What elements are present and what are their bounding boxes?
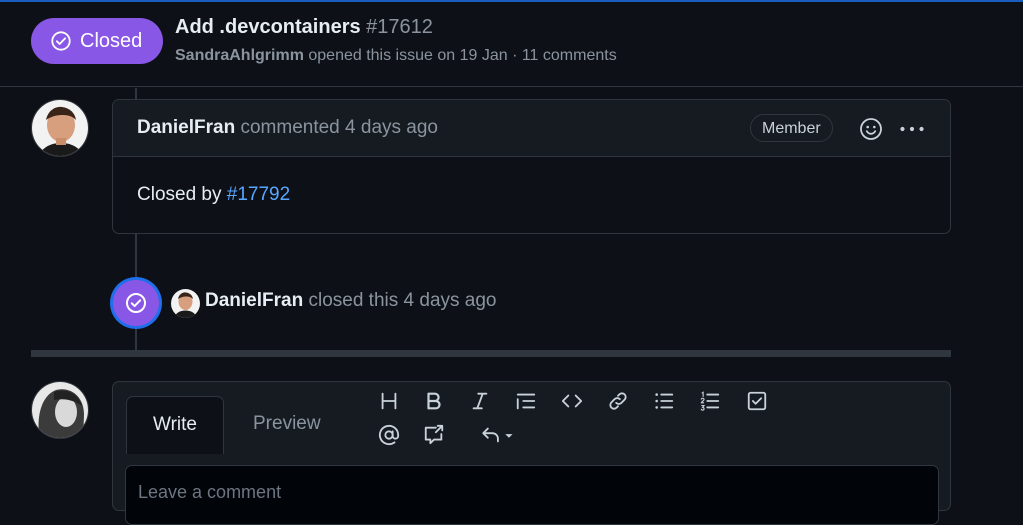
- cross-reference-button[interactable]: [421, 422, 447, 448]
- bold-icon: [427, 392, 441, 410]
- comment-body-text: Closed by: [137, 184, 227, 205]
- issue-meta: SandraAhlgrimm opened this issue on 19 J…: [175, 47, 617, 65]
- current-user-avatar[interactable]: [31, 381, 89, 439]
- cross-reference-icon: [424, 424, 444, 445]
- event-actor-link[interactable]: DanielFran: [205, 290, 303, 311]
- add-reaction-button[interactable]: [859, 117, 883, 141]
- event-action[interactable]: closed this 4 days ago: [303, 290, 496, 311]
- numbered-list-icon: [700, 391, 720, 411]
- comment-timestamp[interactable]: commented 4 days ago: [235, 117, 438, 138]
- mention-icon: [378, 424, 400, 446]
- issue-meta-text: opened this issue on 19 Jan · 11 comment…: [303, 47, 617, 64]
- check-circle-icon: [51, 31, 71, 51]
- check-circle-icon: [126, 293, 146, 313]
- italic-button[interactable]: [467, 388, 493, 414]
- comment-composer: Write Preview Leave a comment: [112, 381, 951, 525]
- issue-author-link[interactable]: SandraAhlgrimm: [175, 47, 304, 64]
- timeline-divider: [31, 350, 951, 357]
- smiley-icon: [860, 118, 882, 140]
- tab-preview[interactable]: Preview: [253, 396, 321, 454]
- numbered-list-button[interactable]: [697, 388, 723, 414]
- state-label: Closed: [80, 29, 143, 52]
- issue-title: Add .devcontainers #17612: [175, 16, 433, 39]
- task-list-icon: [747, 391, 767, 411]
- reply-icon: [482, 427, 513, 443]
- closed-event-text: DanielFran closed this 4 days ago: [205, 290, 497, 312]
- bulleted-list-button[interactable]: [651, 388, 677, 414]
- tab-write[interactable]: Write: [126, 396, 224, 454]
- heading-button[interactable]: [376, 388, 402, 414]
- kebab-horizontal-icon: [900, 126, 924, 132]
- saved-replies-button[interactable]: [475, 422, 519, 448]
- quote-button[interactable]: [513, 388, 539, 414]
- issue-title-text: Add .devcontainers: [175, 16, 361, 38]
- quote-icon: [516, 393, 536, 410]
- closed-event-badge: [113, 280, 159, 326]
- issue-number: #17612: [366, 16, 433, 38]
- comment-author-line: DanielFran commented 4 days ago: [137, 117, 438, 139]
- pull-request-link[interactable]: #17792: [227, 184, 290, 205]
- closed-state-badge: Closed: [31, 18, 163, 64]
- more-options-button[interactable]: [897, 114, 927, 142]
- bulleted-list-icon: [655, 393, 674, 409]
- code-icon: [561, 394, 583, 408]
- code-button[interactable]: [559, 388, 585, 414]
- comment-textarea[interactable]: Leave a comment: [125, 465, 939, 525]
- italic-icon: [472, 392, 488, 410]
- comment-header: DanielFran commented 4 days ago Member: [113, 100, 950, 157]
- comment-body: Closed by #17792: [137, 184, 290, 206]
- link-button[interactable]: [605, 388, 631, 414]
- mention-button[interactable]: [376, 422, 402, 448]
- comment-box: DanielFran commented 4 days ago Member C…: [112, 99, 951, 234]
- task-list-button[interactable]: [744, 388, 770, 414]
- comment-author-link[interactable]: DanielFran: [137, 117, 235, 138]
- heading-icon: [381, 392, 397, 410]
- avatar[interactable]: [31, 99, 89, 157]
- issue-header: Closed Add .devcontainers #17612 SandraA…: [0, 0, 1023, 87]
- member-badge: Member: [750, 114, 833, 142]
- event-actor-avatar[interactable]: [171, 289, 200, 318]
- bold-button[interactable]: [421, 388, 447, 414]
- link-icon: [609, 392, 627, 410]
